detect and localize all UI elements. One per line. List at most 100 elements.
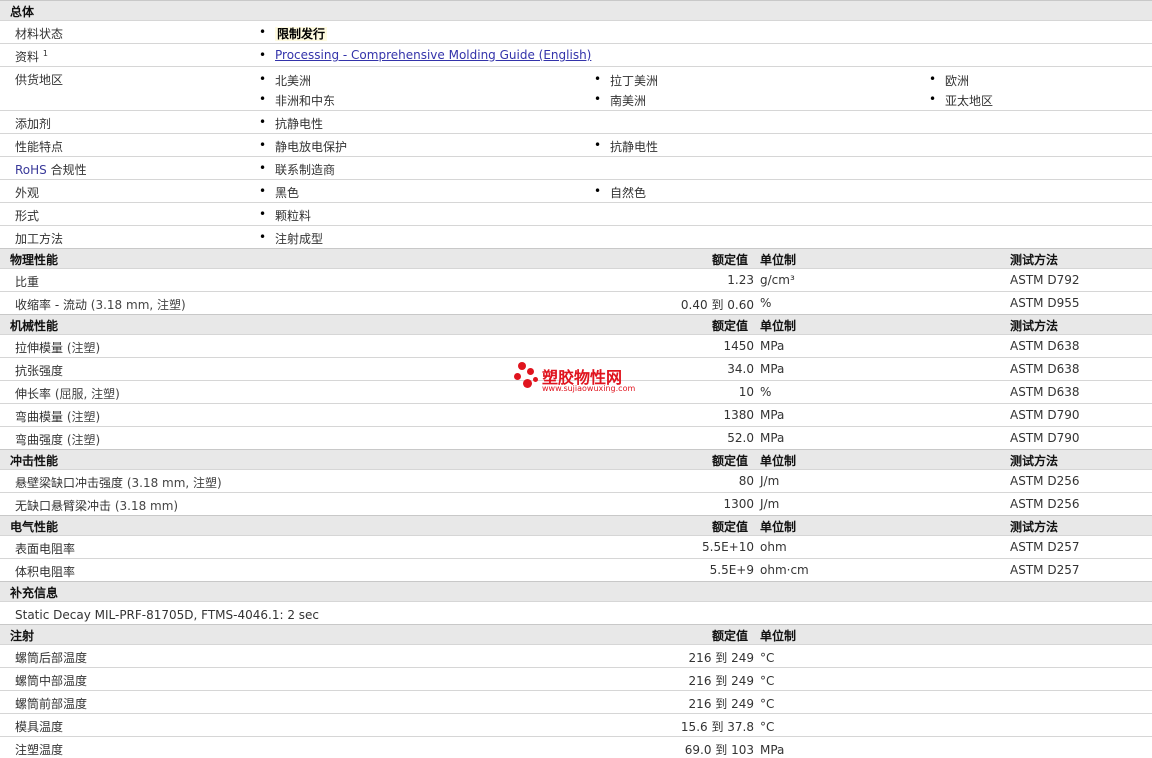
feature-item: 抗静电性: [594, 138, 658, 155]
unit-value: g/cm³: [760, 273, 795, 287]
row-label: 供货地区: [15, 73, 64, 87]
region-item: 北美洲: [259, 72, 311, 89]
row-label: RoHS 合规性: [15, 163, 87, 177]
property-label: 悬壁梁缺口冲击强度 (3.18 mm, 注塑): [15, 476, 222, 490]
section-mechanical-header: 机械性能 额定值 单位制 测试方法: [0, 314, 1152, 334]
property-label: 拉伸模量 (注塑): [15, 341, 101, 355]
unit-value: °C: [760, 651, 775, 665]
section-title: 注射: [10, 629, 35, 643]
header-method: 测试方法: [1010, 520, 1059, 534]
property-label: 抗张强度: [15, 364, 64, 378]
property-label: 螺筒中部温度: [15, 674, 88, 688]
property-row: 体积电阻率 5.5E+9 ohm·cm ASTM D257: [0, 558, 1152, 581]
test-method: ASTM D257: [1010, 563, 1080, 577]
property-label: 比重: [15, 275, 40, 289]
property-row: 悬壁梁缺口冲击强度 (3.18 mm, 注塑) 80 J/m ASTM D256: [0, 469, 1152, 492]
row-label: 外观: [15, 186, 40, 200]
header-nominal: 额定值: [712, 629, 749, 643]
property-row: 表面电阻率 5.5E+10 ohm ASTM D257: [0, 535, 1152, 558]
row-features: 性能特点 静电放电保护 抗静电性: [0, 133, 1152, 156]
unit-value: MPa: [760, 408, 785, 422]
unit-value: %: [760, 296, 772, 310]
section-title: 机械性能: [10, 319, 59, 333]
row-label: 资料 1: [15, 49, 48, 64]
section-general-header: 总体: [0, 0, 1152, 20]
header-unit: 单位制: [760, 520, 797, 534]
rohs-value: 联系制造商: [259, 161, 335, 178]
nominal-value: 0.40 到 0.60: [680, 298, 754, 312]
nominal-value: 216 到 249: [688, 697, 754, 711]
watermark-dot: [518, 362, 526, 370]
material-status-value: 限制发行: [259, 25, 328, 42]
nominal-value: 216 到 249: [688, 674, 754, 688]
test-method: ASTM D790: [1010, 408, 1080, 422]
section-title: 冲击性能: [10, 454, 59, 468]
row-regions: 供货地区 北美洲 拉丁美洲 欧洲 非洲和中东 南美洲 亚太地区: [0, 66, 1152, 110]
row-form: 形式 颗粒料: [0, 202, 1152, 225]
section-title: 总体: [10, 5, 35, 19]
section-electrical-header: 电气性能 额定值 单位制 测试方法: [0, 515, 1152, 535]
property-row: 螺筒前部温度 216 到 249 °C: [0, 690, 1152, 713]
watermark-logo: 塑胶物性网 www.sujiaowuxing.com: [512, 360, 642, 400]
property-row: 弯曲模量 (注塑) 1380 MPa ASTM D790: [0, 403, 1152, 426]
supplement-note: Static Decay MIL-PRF-81705D, FTMS-4046.1…: [15, 608, 320, 622]
watermark-dot: [527, 368, 534, 375]
section-supplement-header: 补充信息: [0, 581, 1152, 601]
nominal-value: 1.23: [727, 273, 754, 287]
property-row: 无缺口悬臂梁冲击 (3.18 mm) 1300 J/m ASTM D256: [0, 492, 1152, 515]
row-documents: 资料 1 Processing - Comprehensive Molding …: [0, 43, 1152, 66]
test-method: ASTM D256: [1010, 474, 1080, 488]
property-row: 注塑温度 69.0 到 103 MPa: [0, 736, 1152, 757]
region-item: 欧洲: [929, 72, 969, 89]
header-method: 测试方法: [1010, 454, 1059, 468]
test-method: ASTM D955: [1010, 296, 1080, 310]
header-unit: 单位制: [760, 629, 797, 643]
property-row: 弯曲强度 (注塑) 52.0 MPa ASTM D790: [0, 426, 1152, 449]
property-label: 螺筒后部温度: [15, 651, 88, 665]
property-label: 表面电阻率: [15, 542, 76, 556]
unit-value: ohm: [760, 540, 787, 554]
test-method: ASTM D257: [1010, 540, 1080, 554]
property-label: 伸长率 (屈服, 注塑): [15, 387, 120, 401]
header-unit: 单位制: [760, 454, 797, 468]
unit-value: MPa: [760, 743, 785, 757]
section-title: 补充信息: [10, 586, 59, 600]
unit-value: °C: [760, 720, 775, 734]
document-item: Processing - Comprehensive Molding Guide…: [259, 48, 591, 62]
appearance-item: 黑色: [259, 184, 299, 201]
header-nominal: 额定值: [712, 319, 749, 333]
region-item: 非洲和中东: [259, 92, 335, 109]
property-row: 模具温度 15.6 到 37.8 °C: [0, 713, 1152, 736]
property-row: 螺筒后部温度 216 到 249 °C: [0, 644, 1152, 667]
unit-value: ohm·cm: [760, 563, 809, 577]
nominal-value: 80: [738, 474, 754, 488]
section-physical-header: 物理性能 额定值 单位制 测试方法: [0, 248, 1152, 268]
test-method: ASTM D638: [1010, 362, 1080, 376]
header-nominal: 额定值: [712, 253, 749, 267]
row-label: 形式: [15, 209, 40, 223]
property-label: 收缩率 - 流动 (3.18 mm, 注塑): [15, 298, 186, 312]
property-label: 弯曲强度 (注塑): [15, 433, 101, 447]
row-appearance: 外观 黑色 自然色: [0, 179, 1152, 202]
test-method: ASTM D256: [1010, 497, 1080, 511]
unit-value: J/m: [760, 474, 780, 488]
form-value: 颗粒料: [259, 207, 311, 224]
unit-value: %: [760, 385, 772, 399]
processing-value: 注射成型: [259, 230, 323, 247]
unit-value: °C: [760, 697, 775, 711]
unit-value: MPa: [760, 431, 785, 445]
row-label: 加工方法: [15, 232, 64, 246]
test-method: ASTM D792: [1010, 273, 1080, 287]
nominal-value: 69.0 到 103: [684, 743, 754, 757]
row-processing: 加工方法 注射成型: [0, 225, 1152, 248]
processing-guide-link[interactable]: Processing - Comprehensive Molding Guide…: [275, 48, 591, 62]
watermark-dot: [523, 379, 532, 388]
header-nominal: 额定值: [712, 520, 749, 534]
property-label: 螺筒前部温度: [15, 697, 88, 711]
section-injection-header: 注射 额定值 单位制: [0, 624, 1152, 644]
region-item: 南美洲: [594, 92, 646, 109]
property-row: 拉伸模量 (注塑) 1450 MPa ASTM D638: [0, 334, 1152, 357]
unit-value: MPa: [760, 362, 785, 376]
region-item: 亚太地区: [929, 92, 993, 109]
row-label: 添加剂: [15, 117, 52, 131]
